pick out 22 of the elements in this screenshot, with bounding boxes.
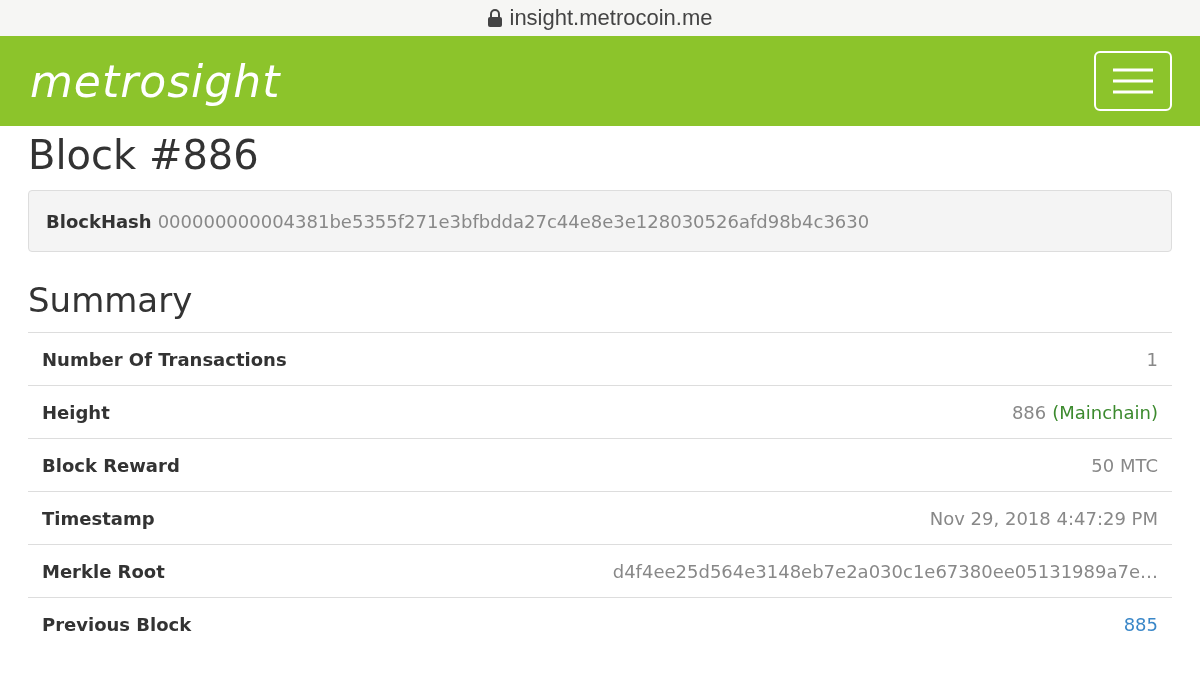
row-label: Block Reward: [42, 454, 180, 476]
block-link[interactable]: 885: [1123, 613, 1158, 635]
section-heading: Summary: [28, 280, 194, 320]
row-label: Number Of Transactions: [42, 348, 287, 370]
row-label: Previous Block: [42, 613, 192, 635]
menu-button[interactable]: [1094, 51, 1172, 111]
menu-icon: [1113, 68, 1153, 94]
hash-label: BlockHash: [46, 210, 152, 232]
row-value: 50 MTC: [1091, 454, 1158, 476]
row-value: 1: [1146, 348, 1158, 370]
page-title: Block #886: [28, 132, 260, 178]
row-value: d4f4ee25d564e3148eb7e2a030c1e67380ee05131989a7e…: [612, 560, 1158, 582]
row-label: Height: [42, 401, 110, 423]
row-label: Merkle Root: [42, 560, 165, 582]
chain-status: (Mainchain): [1052, 401, 1158, 423]
url-text[interactable]: insight.metrocoin.me: [509, 5, 713, 31]
site-logo[interactable]: metrosight: [30, 55, 281, 107]
row-value: Nov 29, 2018 4:47:29 PM: [929, 507, 1158, 529]
row-value: 886: [1011, 401, 1047, 423]
row-label: Timestamp: [42, 507, 155, 529]
lock-icon: [487, 9, 502, 27]
hash-value: 000000000004381be5355f271e3bfbdda27c44e8e3e128030526afd98b4c3630: [157, 210, 870, 232]
